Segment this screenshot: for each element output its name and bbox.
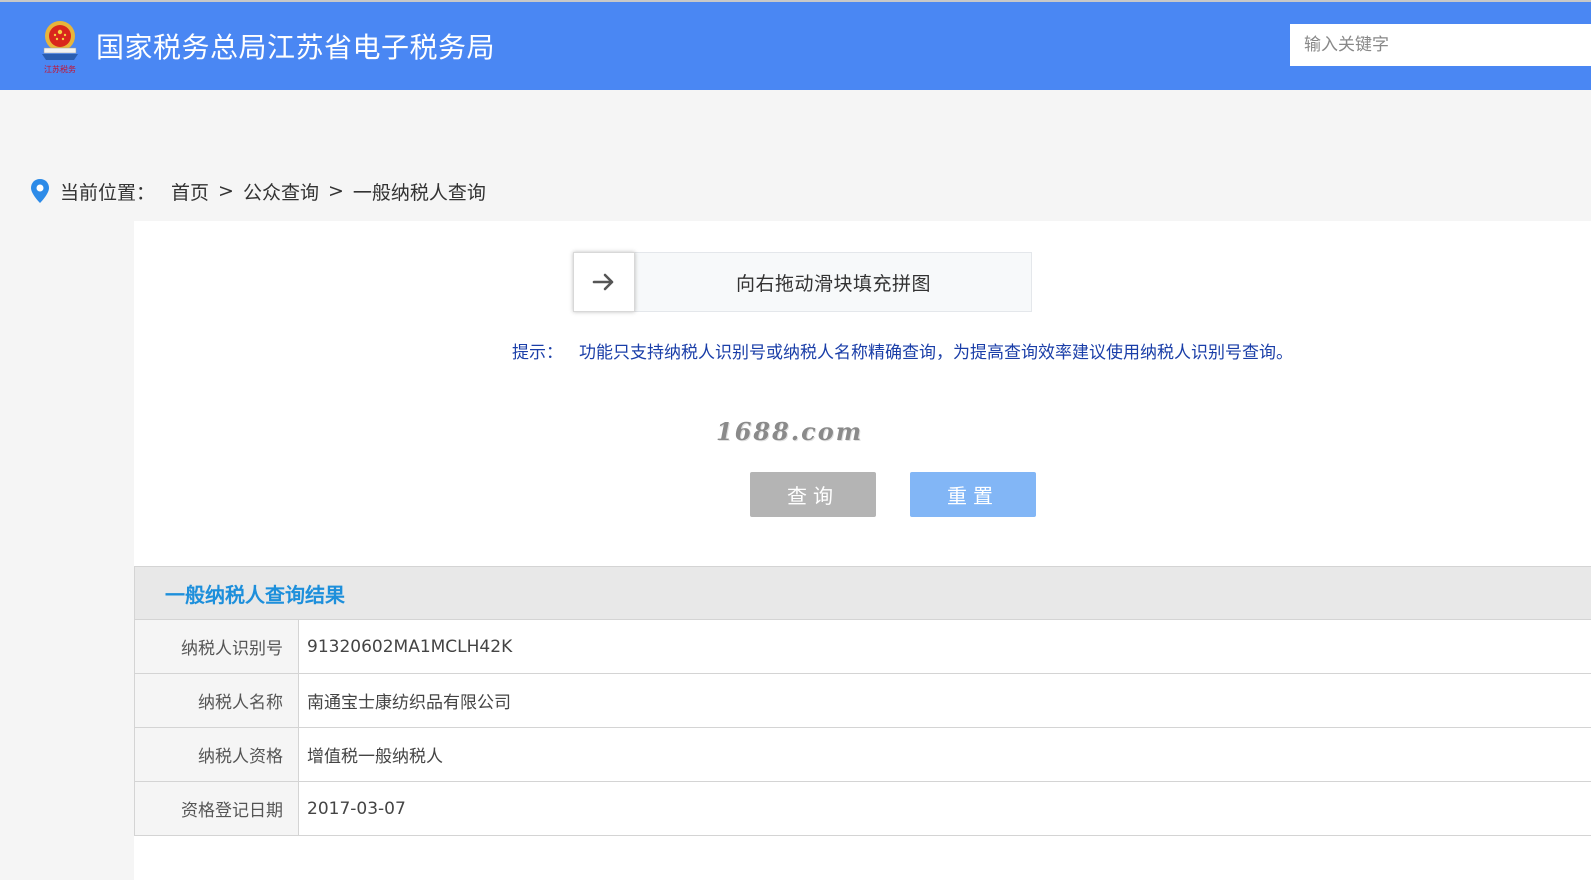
logo-text: 江苏税务 bbox=[44, 64, 76, 74]
row-value: 2017-03-07 bbox=[307, 798, 406, 819]
tax-emblem-logo[interactable]: 江苏税务 bbox=[34, 14, 86, 76]
row-label: 纳税人资格 bbox=[135, 728, 299, 781]
query-button[interactable]: 查询 bbox=[750, 472, 876, 517]
tip-label: 提示： bbox=[512, 343, 563, 363]
table-row: 纳税人名称 南通宝士康纺织品有限公司 bbox=[134, 674, 1591, 728]
row-value: 增值税一般纳税人 bbox=[307, 747, 443, 767]
captcha-slider[interactable]: 向右拖动滑块填充拼图 bbox=[573, 252, 1032, 312]
results-table: 一般纳税人查询结果 纳税人识别号 91320602MA1MCLH42K 纳税人名… bbox=[134, 566, 1591, 836]
breadcrumb-taxpayer-query[interactable]: 一般纳税人查询 bbox=[353, 178, 486, 205]
site-header: 江苏税务 国家税务总局江苏省电子税务局 bbox=[0, 0, 1591, 90]
results-title: 一般纳税人查询结果 bbox=[134, 566, 1591, 620]
breadcrumb-separator: > bbox=[327, 180, 344, 202]
breadcrumb-home[interactable]: 首页 bbox=[171, 178, 209, 205]
row-label: 纳税人识别号 bbox=[135, 620, 299, 673]
main-panel: 向右拖动滑块填充拼图 提示： 功能只支持纳税人识别号或纳税人名称精确查询，为提高查… bbox=[134, 221, 1591, 880]
breadcrumb-public-query[interactable]: 公众查询 bbox=[243, 178, 319, 205]
tip-text: 功能只支持纳税人识别号或纳税人名称精确查询，为提高查询效率建议使用纳税人识别号查… bbox=[579, 343, 1293, 363]
location-pin-icon bbox=[31, 179, 49, 203]
table-row: 纳税人识别号 91320602MA1MCLH42K bbox=[134, 620, 1591, 674]
watermark: 1688.com bbox=[716, 417, 864, 446]
query-tip: 提示： 功能只支持纳税人识别号或纳税人名称精确查询，为提高查询效率建议使用纳税人识… bbox=[512, 338, 1293, 363]
search-input[interactable] bbox=[1290, 24, 1591, 66]
row-value: 南通宝士康纺织品有限公司 bbox=[307, 693, 511, 713]
breadcrumb: 当前位置： 首页 > 公众查询 > 一般纳税人查询 bbox=[30, 176, 486, 206]
table-row: 资格登记日期 2017-03-07 bbox=[134, 782, 1591, 836]
site-title[interactable]: 国家税务总局江苏省电子税务局 bbox=[96, 26, 495, 66]
row-value: 91320602MA1MCLH42K bbox=[307, 636, 513, 657]
table-row: 纳税人资格 增值税一般纳税人 bbox=[134, 728, 1591, 782]
row-label: 资格登记日期 bbox=[135, 782, 299, 835]
slider-handle[interactable] bbox=[573, 252, 635, 312]
breadcrumb-separator: > bbox=[218, 180, 234, 202]
row-label: 纳税人名称 bbox=[135, 674, 299, 727]
slider-text: 向右拖动滑块填充拼图 bbox=[735, 272, 931, 295]
breadcrumb-label: 当前位置： bbox=[60, 181, 156, 204]
reset-button[interactable]: 重置 bbox=[910, 472, 1036, 517]
arrow-right-icon bbox=[592, 273, 614, 291]
